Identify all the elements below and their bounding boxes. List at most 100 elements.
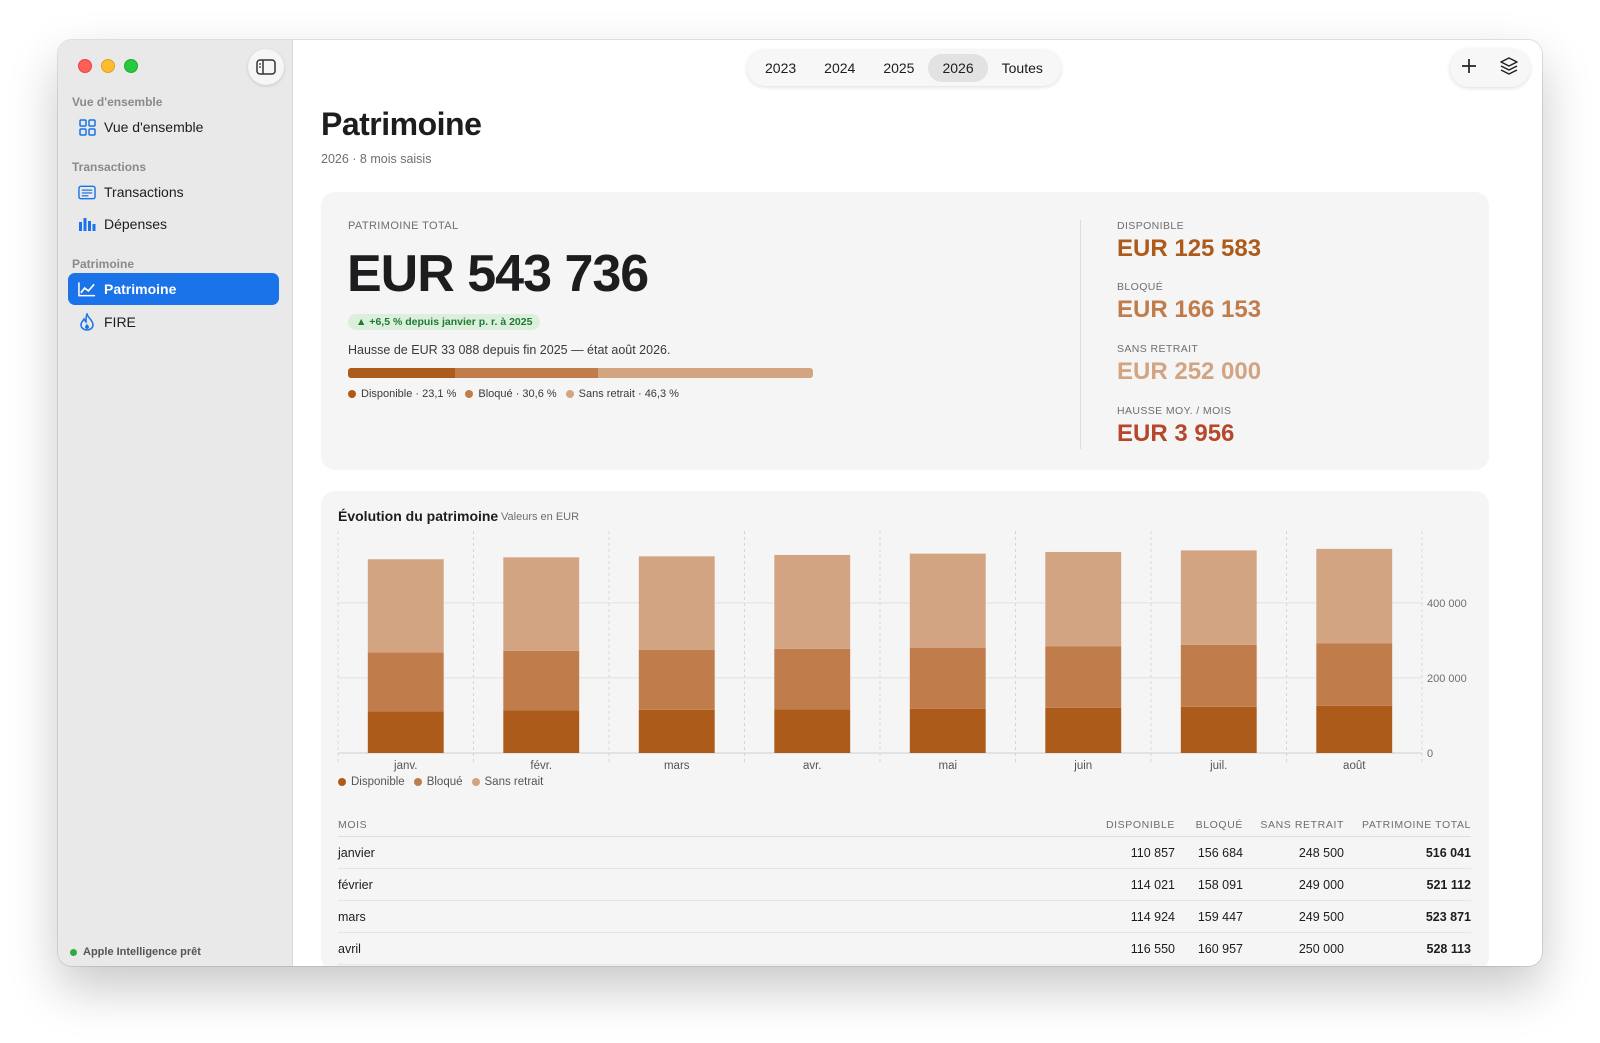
bar-segment	[774, 648, 851, 710]
legend-dot-icon	[338, 778, 346, 786]
cell-total: 523 871	[1425, 909, 1471, 924]
allocation-bar	[348, 368, 813, 378]
table-row[interactable]: janvier 110 857 156 684 248 500 516 041	[338, 837, 1471, 869]
ai-status: Apple Intelligence prêt	[70, 946, 201, 958]
close-window-button[interactable]	[78, 59, 92, 73]
sidebar-toggle-button[interactable]	[248, 49, 284, 85]
bar-segment	[1045, 707, 1122, 753]
bar-segment	[1045, 551, 1122, 647]
toolbar-actions	[1450, 49, 1530, 87]
table-row[interactable]: mars 114 924 159 447 249 500 523 871	[338, 901, 1471, 933]
cell-total: 521 112	[1426, 877, 1472, 892]
cell-mois: janvier	[338, 845, 375, 860]
allocation-segment-bloque	[455, 368, 598, 378]
cell-disponible: 114 021	[1130, 877, 1175, 892]
column-header[interactable]: PATRIMOINE TOTAL	[1344, 819, 1471, 831]
table-row[interactable]: avril 116 550 160 957 250 000 528 113	[338, 933, 1471, 965]
cell-bloque: 160 957	[1197, 941, 1243, 956]
bar-segment	[1316, 643, 1393, 706]
bar-segment	[1180, 706, 1257, 753]
year-selector: 2023 2024 2025 2026 Toutes	[747, 50, 1061, 86]
legend-label: Disponible · 23,1 %	[361, 388, 457, 400]
page-title: Patrimoine	[321, 106, 482, 142]
legend-label: Sans retrait	[484, 776, 544, 788]
sidebar-item-overview[interactable]: Vue d'ensemble	[68, 111, 279, 143]
cell-sans-retrait: 250 000	[1298, 941, 1344, 956]
column-header[interactable]: MOIS	[338, 819, 1085, 831]
legend-item: Bloqué	[413, 776, 463, 788]
bar-segment	[774, 709, 851, 753]
legend-item: Bloqué · 30,6 %	[465, 388, 557, 400]
bar-segment	[774, 554, 851, 649]
x-tick-label: janv.	[393, 760, 417, 772]
x-tick-label: avr.	[803, 760, 822, 772]
bar-segment	[909, 553, 986, 648]
evolution-card: Évolution du patrimoine Valeurs en EUR 0…	[321, 491, 1489, 966]
year-tab-toutes[interactable]: Toutes	[988, 54, 1057, 82]
sidebar-item-label: Dépenses	[104, 216, 168, 232]
sidebar-item-label: Transactions	[104, 184, 184, 200]
layers-icon	[1500, 56, 1518, 75]
cell-total: 516 041	[1425, 845, 1471, 860]
year-tab-2024[interactable]: 2024	[810, 54, 869, 82]
monthly-table: MOIS DISPONIBLE BLOQUÉ SANS RETRAIT PATR…	[338, 813, 1471, 965]
bar-segment	[503, 710, 580, 753]
table-row[interactable]: février 114 021 158 091 249 000 521 112	[338, 869, 1471, 901]
stat-value: EUR 3 956	[1117, 420, 1235, 447]
x-tick-label: mai	[938, 760, 957, 772]
x-tick-label: févr.	[530, 760, 552, 772]
cell-total: 528 113	[1426, 941, 1472, 956]
allocation-segment-disponible	[348, 368, 456, 378]
zoom-window-button[interactable]	[124, 59, 138, 73]
table-header: MOIS DISPONIBLE BLOQUÉ SANS RETRAIT PATR…	[338, 813, 1471, 837]
legend-item: Disponible	[338, 776, 405, 788]
sidebar-section-patrimoine: Patrimoine	[72, 257, 135, 271]
sidebar-item-label: Vue d'ensemble	[104, 119, 204, 135]
cell-mois: mars	[338, 909, 366, 924]
sidebar-item-transactions[interactable]: Transactions	[68, 176, 279, 208]
minimize-window-button[interactable]	[101, 59, 115, 73]
bar-segment	[1316, 705, 1393, 753]
cell-bloque: 159 447	[1197, 909, 1243, 924]
x-tick-label: août	[1343, 760, 1366, 772]
cell-sans-retrait: 248 500	[1298, 845, 1344, 860]
summary-description: Hausse de EUR 33 088 depuis fin 2025 — é…	[348, 343, 671, 357]
page-subtitle: 2026 · 8 mois saisis	[321, 152, 432, 166]
bar-segment	[1180, 644, 1257, 707]
x-tick-label: juin	[1073, 760, 1092, 772]
bar-segment	[638, 709, 715, 753]
bar-segment	[503, 557, 580, 651]
bar-segment	[909, 708, 986, 753]
main-content: 2023 2024 2025 2026 Toutes Patrimoine 20…	[293, 40, 1542, 966]
year-tab-2023[interactable]: 2023	[751, 54, 810, 82]
add-button[interactable]	[1461, 58, 1477, 79]
bar-segment	[367, 711, 444, 753]
legend-dot-icon	[413, 778, 422, 786]
year-tab-2025[interactable]: 2025	[869, 54, 928, 82]
bar-segment	[503, 650, 580, 711]
column-header[interactable]: DISPONIBLE	[1085, 819, 1175, 831]
total-value: EUR 543 736	[347, 245, 649, 303]
sidebar: Vue d'ensemble Vue d'ensemble Transactio…	[58, 40, 293, 966]
sidebar-item-fire[interactable]: FIRE	[68, 306, 279, 338]
stat-bloque: BLOQUÉ EUR 166 153	[1117, 281, 1261, 324]
stat-value: EUR 252 000	[1117, 358, 1262, 385]
sidebar-item-depenses[interactable]: Dépenses	[68, 208, 279, 240]
column-header[interactable]: SANS RETRAIT	[1243, 819, 1344, 831]
bar-segment	[367, 652, 444, 712]
trend-chart-icon	[78, 280, 96, 298]
list-icon	[78, 183, 96, 201]
stat-hausse-moyenne: HAUSSE MOY. / MOIS EUR 3 956	[1117, 405, 1234, 448]
stat-label: SANS RETRAIT	[1117, 343, 1199, 355]
bar-segment	[638, 649, 715, 710]
legend-dot-icon	[471, 778, 480, 786]
bar-segment	[367, 559, 444, 653]
cell-disponible: 110 857	[1130, 845, 1175, 860]
year-tab-2026[interactable]: 2026	[928, 54, 988, 82]
legend-label: Bloqué · 30,6 %	[478, 388, 557, 400]
sidebar-toggle-icon	[256, 59, 276, 75]
sidebar-item-patrimoine[interactable]: Patrimoine	[68, 273, 279, 305]
layers-button[interactable]	[1499, 56, 1519, 81]
column-header[interactable]: BLOQUÉ	[1175, 819, 1243, 831]
cell-mois: avril	[338, 941, 361, 956]
